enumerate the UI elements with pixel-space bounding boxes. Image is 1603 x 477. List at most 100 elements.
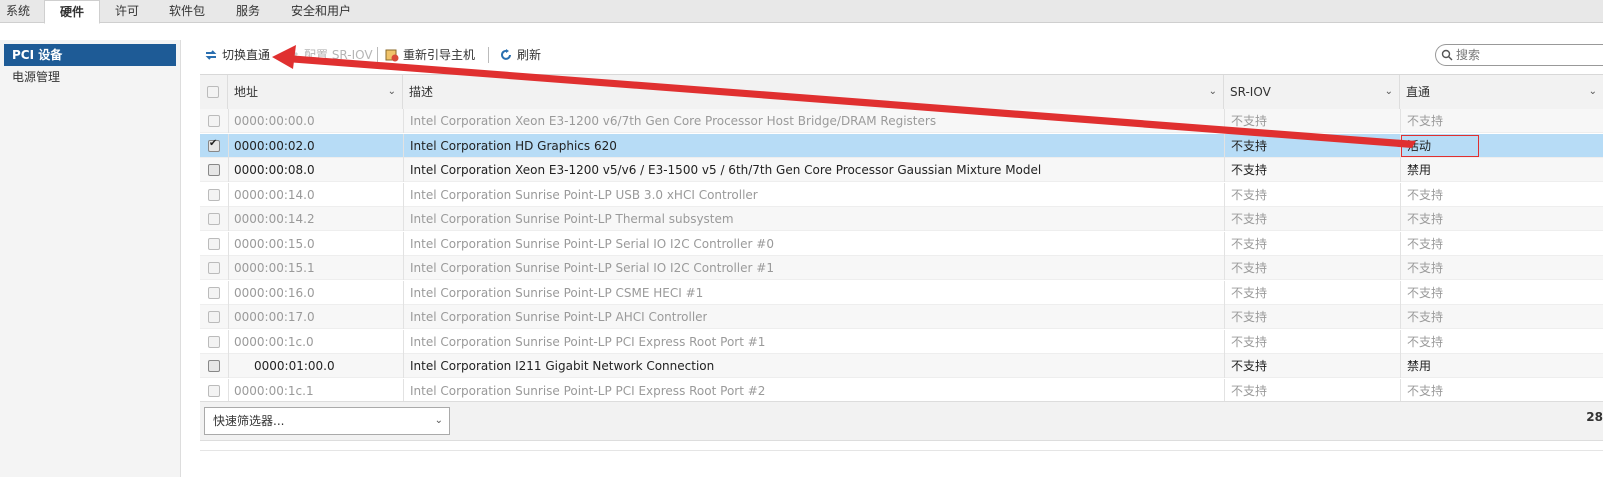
tab-license[interactable]: 许可 — [115, 0, 139, 22]
column-header-passthrough[interactable]: 直通 ⌄ — [1400, 75, 1603, 109]
table-row[interactable]: 0000:00:08.0 Intel Corporation Xeon E3-12… — [200, 158, 1603, 182]
column-divider — [403, 329, 404, 354]
toolbar-divider — [377, 47, 378, 63]
item-count-value: 28 — [1586, 410, 1603, 424]
cell-address: 0000:00:08.0 — [234, 163, 315, 177]
column-header-sriov[interactable]: SR-IOV ⌄ — [1224, 75, 1400, 109]
divider — [200, 450, 1603, 451]
tab-system[interactable]: 系统 — [6, 0, 30, 22]
search-icon — [1441, 49, 1453, 61]
toolbar-divider — [488, 47, 489, 63]
column-divider — [1224, 305, 1225, 329]
column-header-description[interactable]: 描述 ⌄ — [403, 75, 1224, 109]
select-all-checkbox[interactable] — [207, 86, 219, 98]
row-checkbox[interactable] — [208, 164, 220, 176]
table-row[interactable]: 0000:00:00.0 Intel Corporation Xeon E3-12… — [200, 109, 1603, 133]
cell-sriov: 不支持 — [1231, 236, 1268, 251]
column-divider — [1400, 354, 1401, 378]
column-divider — [1400, 231, 1401, 256]
cell-address: 0000:00:16.0 — [234, 285, 315, 300]
cell-passthrough: 不支持 — [1407, 285, 1444, 300]
table-row[interactable]: 0000:00:14.2 Intel Corporation Sunrise Po… — [200, 207, 1603, 231]
cell-description: Intel Corporation Sunrise Point-LP PCI E… — [410, 334, 766, 349]
cell-sriov: 不支持 — [1231, 163, 1268, 177]
chevron-down-icon[interactable]: ⌄ — [388, 75, 396, 109]
table-row[interactable]: 0000:00:17.0 Intel Corporation Sunrise Po… — [200, 305, 1603, 329]
tab-hardware[interactable]: 硬件 — [44, 0, 100, 24]
cell-description: Intel Corporation Sunrise Point-LP AHCI … — [410, 310, 708, 324]
refresh-icon — [501, 49, 511, 60]
cell-passthrough: 不支持 — [1407, 212, 1444, 226]
row-checkbox[interactable] — [208, 262, 220, 274]
reboot-host-button[interactable]: 重新引导主机 — [385, 44, 475, 66]
item-count: 28 — [1586, 402, 1603, 432]
cell-address: 0000:00:1c.1 — [234, 383, 314, 398]
column-divider — [228, 133, 229, 158]
cell-sriov: 不支持 — [1231, 212, 1268, 226]
chevron-down-icon[interactable]: ⌄ — [1385, 75, 1393, 109]
row-checkbox[interactable] — [208, 286, 220, 299]
cell-sriov: 不支持 — [1231, 187, 1268, 202]
chevron-down-icon: ⌄ — [434, 415, 443, 426]
table-row[interactable]: 0000:00:15.0 Intel Corporation Sunrise Po… — [200, 231, 1603, 256]
column-divider — [1400, 109, 1401, 133]
search-input[interactable]: 搜索 — [1435, 44, 1603, 66]
column-divider — [1224, 354, 1225, 378]
cell-description: Intel Corporation Xeon E3-1200 v5/v6 / E… — [410, 163, 1042, 177]
cell-passthrough: 不支持 — [1407, 383, 1444, 398]
row-checkbox[interactable] — [208, 213, 220, 225]
cell-passthrough: 不支持 — [1407, 261, 1444, 275]
column-passthrough-label: 直通 — [1406, 85, 1431, 99]
tab-security-users[interactable]: 安全和用户 — [291, 0, 351, 22]
row-checkbox[interactable] — [208, 384, 220, 397]
table-row[interactable]: 0000:00:1c.1 Intel Corporation Sunrise Po… — [200, 378, 1603, 403]
sidebar-item-power-management[interactable]: 电源管理 — [4, 66, 176, 88]
column-divider — [403, 305, 404, 329]
toggle-passthrough-button[interactable]: 切换直通 — [204, 44, 270, 66]
column-divider — [228, 109, 229, 133]
table-row[interactable]: 0000:01:00.0 Intel Corporation I211 Gigab… — [200, 354, 1603, 378]
pencil-icon — [289, 52, 298, 61]
row-checkbox[interactable] — [208, 115, 220, 127]
cell-passthrough: 禁用 — [1407, 163, 1432, 177]
annotation-highlight-box — [1401, 134, 1479, 157]
column-header-address[interactable]: 地址 ⌄ — [228, 75, 403, 109]
row-checkbox[interactable] — [208, 335, 220, 348]
tab-packages[interactable]: 软件包 — [169, 0, 205, 22]
table-row[interactable]: 0000:00:14.0 Intel Corporation Sunrise Po… — [200, 182, 1603, 207]
row-checkbox[interactable] — [208, 188, 220, 201]
column-divider — [403, 231, 404, 256]
tab-services[interactable]: 服务 — [236, 0, 260, 22]
row-checkbox[interactable] — [208, 360, 220, 372]
quick-filter-label: 快速筛选器... — [213, 414, 285, 428]
table-row[interactable]: 0000:00:15.1 Intel Corporation Sunrise Po… — [200, 256, 1603, 280]
table-row[interactable]: 0000:00:02.0 Intel Corporation HD Graphic… — [200, 133, 1603, 158]
cell-sriov: 不支持 — [1231, 334, 1268, 349]
cell-passthrough: 不支持 — [1407, 114, 1444, 128]
column-divider — [228, 378, 229, 403]
chevron-down-icon[interactable]: ⌄ — [1209, 75, 1217, 109]
table-row[interactable]: 0000:00:1c.0 Intel Corporation Sunrise Po… — [200, 329, 1603, 354]
cell-address: 0000:00:1c.0 — [234, 334, 314, 349]
row-checkbox[interactable] — [208, 237, 220, 250]
configure-sriov-button[interactable]: 配置 SR-IOV — [286, 44, 373, 66]
row-checkbox[interactable] — [208, 138, 220, 152]
sidebar-item-pci-devices[interactable]: PCI 设备 — [4, 44, 176, 66]
reboot-host-label: 重新引导主机 — [403, 48, 476, 62]
column-divider — [228, 305, 229, 329]
cell-passthrough: 禁用 — [1407, 359, 1432, 373]
quick-filter-select[interactable]: 快速筛选器... ⌄ — [204, 407, 450, 435]
refresh-button[interactable]: 刷新 — [499, 44, 541, 66]
column-divider — [403, 280, 404, 305]
select-all-cell — [200, 75, 228, 109]
cell-address: 0000:00:14.2 — [234, 212, 315, 226]
row-checkbox[interactable] — [208, 311, 220, 323]
cell-passthrough: 不支持 — [1407, 334, 1444, 349]
column-description-label: 描述 — [409, 85, 434, 99]
chevron-down-icon[interactable]: ⌄ — [1589, 75, 1597, 109]
column-divider — [1400, 158, 1401, 182]
column-divider — [403, 256, 404, 280]
table-row[interactable]: 0000:00:16.0 Intel Corporation Sunrise Po… — [200, 280, 1603, 305]
column-divider — [228, 182, 229, 207]
column-divider — [403, 354, 404, 378]
